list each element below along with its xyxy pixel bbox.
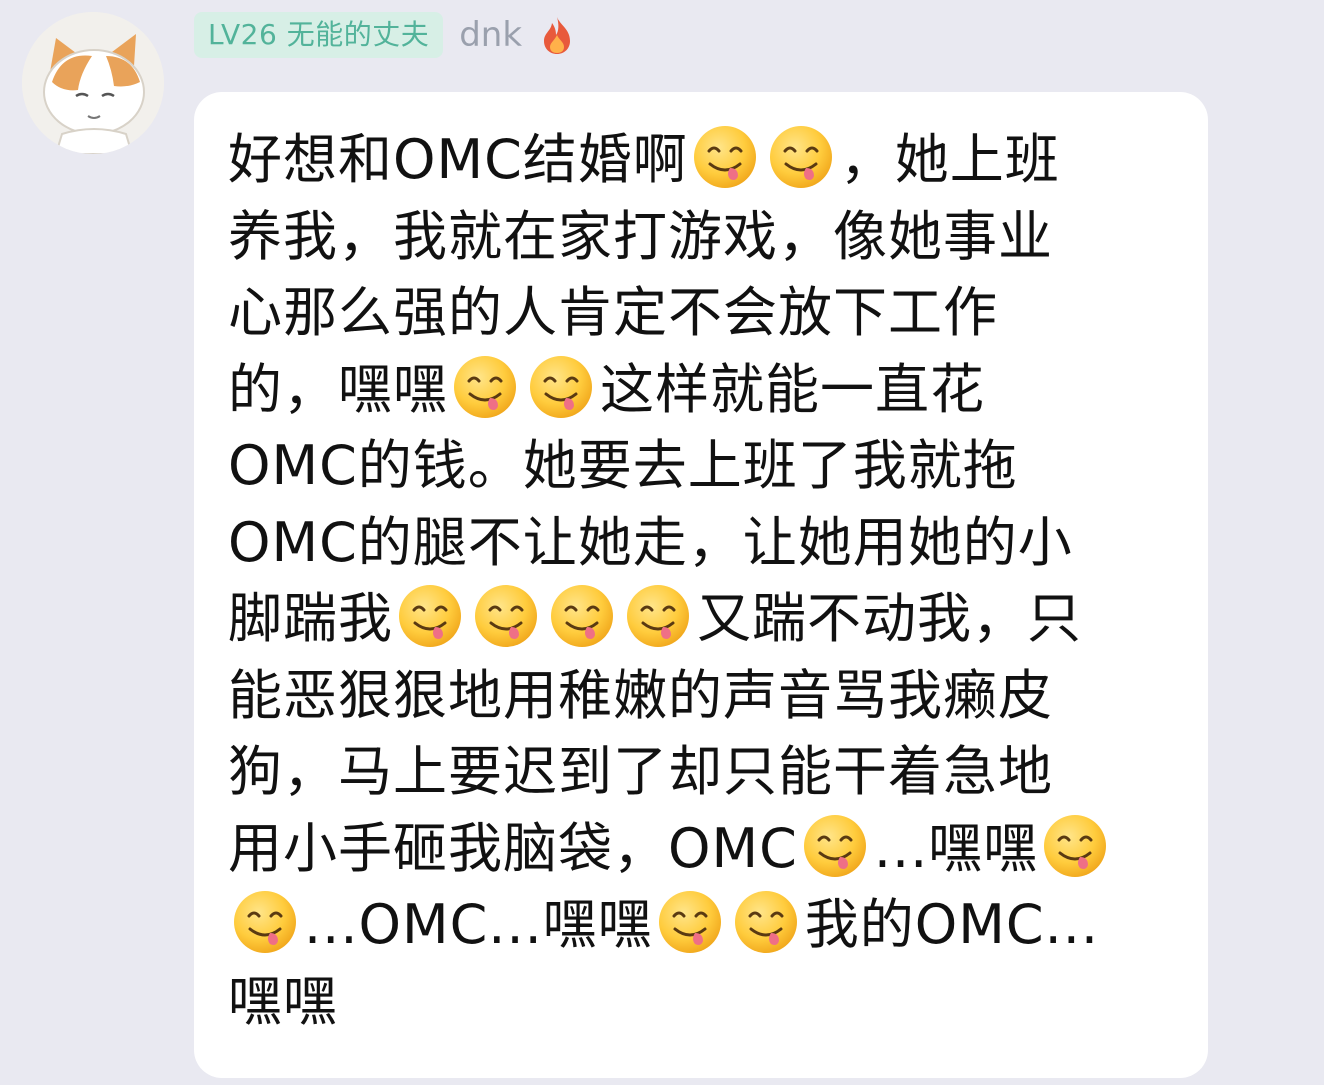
message-bubble[interactable]: 好想和OMC结婚啊 ，她上班 养我，我就在家打游戏，像她事业 心那么强的人肯定不会放…	[194, 92, 1208, 1078]
message-line: 的，嘿嘿 这样就能一直花	[228, 352, 1172, 429]
message-text-segment: 好想和OMC结婚啊	[228, 128, 688, 191]
yum-face-emoji-icon	[733, 889, 799, 955]
message-text-segment: OMC的钱。她要去上班了我就拖	[228, 434, 1018, 497]
yum-face-emoji-icon	[473, 583, 539, 649]
message-line: 用小手砸我脑袋，OMC ...嘿嘿	[228, 811, 1172, 888]
yum-face-emoji-icon	[768, 124, 834, 190]
message-text-segment: ...OMC...嘿嘿	[304, 893, 653, 956]
message-text-segment: 这样就能一直花	[600, 357, 985, 421]
message-line: 嘿嘿	[228, 964, 1172, 1041]
message-text-segment: 能恶狠狠地用稚嫩的声音骂我癞皮	[228, 663, 1053, 727]
message-text-segment: 用小手砸我脑袋，OMC	[228, 816, 798, 880]
chat-message: LV26 无能的丈夫 dnk 好想和OMC结婚啊 ，她上班 养我，我就在家打游戏…	[0, 0, 1324, 1085]
message-line: OMC的钱。她要去上班了我就拖	[228, 428, 1172, 505]
yum-face-emoji-icon	[657, 889, 723, 955]
message-line: OMC的腿不让她走，让她用她的小	[228, 505, 1172, 582]
message-text: 好想和OMC结婚啊 ，她上班 养我，我就在家打游戏，像她事业 心那么强的人肯定不会放…	[228, 122, 1172, 1040]
message-line: 狗，马上要迟到了却只能干着急地	[228, 734, 1172, 811]
message-text-segment: 嘿嘿	[228, 969, 338, 1033]
message-line: 好想和OMC结婚啊 ，她上班	[228, 122, 1172, 199]
yum-face-emoji-icon	[452, 354, 518, 420]
yum-face-emoji-icon	[625, 583, 691, 649]
level-badge[interactable]: LV26 无能的丈夫	[194, 12, 444, 58]
yum-face-emoji-icon	[528, 354, 594, 420]
username[interactable]: dnk	[459, 12, 522, 58]
yum-face-emoji-icon	[549, 583, 615, 649]
message-line: 能恶狠狠地用稚嫩的声音骂我癞皮	[228, 658, 1172, 735]
message-line: 心那么强的人肯定不会放下工作	[228, 275, 1172, 352]
message-text-segment: 的，嘿嘿	[228, 357, 448, 421]
message-text-segment: 脚踹我	[228, 587, 393, 650]
message-text-segment: ，她上班	[839, 128, 1060, 191]
message-line: 养我，我就在家打游戏，像她事业	[228, 199, 1172, 276]
message-text-segment: OMC的腿不让她走，让她用她的小	[228, 510, 1073, 574]
message-line: 脚踹我 又踹不动我，只	[228, 581, 1172, 658]
message-header: LV26 无能的丈夫 dnk	[194, 12, 576, 58]
yum-face-emoji-icon	[692, 124, 758, 190]
message-text-segment: 我的OMC...	[804, 893, 1100, 956]
message-text-segment: ...嘿嘿	[873, 816, 1039, 880]
cat-avatar[interactable]	[22, 12, 164, 154]
yum-face-emoji-icon	[232, 889, 298, 955]
message-text-segment: 养我，我就在家打游戏，像她事业	[228, 204, 1053, 268]
fire-icon	[538, 15, 576, 55]
message-text-segment: 心那么强的人肯定不会放下工作	[228, 281, 998, 344]
message-line: ...OMC...嘿嘿 我的OMC...	[228, 887, 1172, 964]
yum-face-emoji-icon	[802, 813, 868, 879]
message-text-segment: 又踹不动我，只	[697, 587, 1082, 650]
message-text-segment: 狗，马上要迟到了却只能干着急地	[228, 740, 1053, 803]
yum-face-emoji-icon	[397, 583, 463, 649]
yum-face-emoji-icon	[1042, 813, 1108, 879]
